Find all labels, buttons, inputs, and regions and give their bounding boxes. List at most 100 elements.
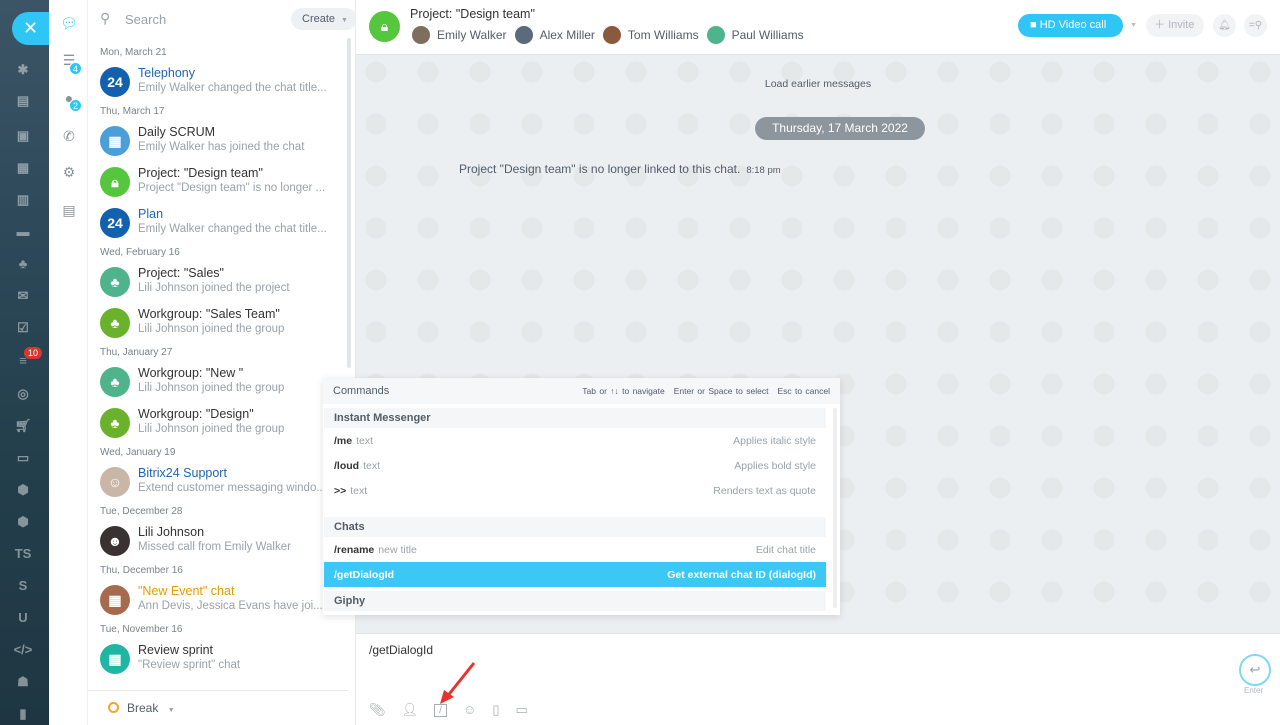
chat-members: Emily Walker Alex Miller Tom Williams Paul …: [412, 26, 804, 44]
camera-icon: ■: [1030, 19, 1037, 31]
close-messenger-button[interactable]: ✕: [12, 12, 49, 45]
calendar-icon[interactable]: ▦: [12, 160, 34, 178]
date-header: Wed, January 19: [100, 447, 176, 458]
member-0[interactable]: Emily Walker: [412, 26, 507, 44]
mail-icon[interactable]: ✉: [12, 288, 34, 306]
chat-last-message: Ann Devis, Jessica Evans have joi...: [138, 600, 323, 612]
chat-icon[interactable]: 💬︎: [59, 15, 79, 33]
system-message-text: Project "Design team" is no longer linke…: [459, 162, 741, 176]
send-button[interactable]: ↩: [1239, 654, 1271, 686]
chevron-down-icon[interactable]: ▼: [1130, 14, 1137, 37]
feed-icon[interactable]: ✱: [12, 62, 34, 80]
tasks-icon[interactable]: ☑: [12, 320, 34, 338]
export-icon[interactable]: ▤: [59, 202, 79, 220]
command-item[interactable]: >> text Renders text as quote: [324, 478, 826, 503]
command-description: Get external chat ID (dialogId): [667, 568, 816, 581]
member-2[interactable]: Tom Williams: [602, 26, 699, 44]
rail-item-s[interactable]: S: [12, 578, 34, 596]
scrollbar[interactable]: [833, 408, 837, 608]
member-3[interactable]: Paul Williams: [706, 26, 804, 44]
video-call-button[interactable]: ■ HD Video call ▼: [1018, 14, 1137, 37]
command-syntax: /loud text: [334, 460, 380, 472]
chat-list-item[interactable]: ♣ Project: "Sales" Lili Johnson joined the…: [88, 262, 348, 303]
chat-list-item[interactable]: ▦ "New Event" chat Ann Devis, Jessica Evan…: [88, 580, 348, 621]
status-selector[interactable]: Break ▼: [88, 690, 348, 725]
chat-list-item[interactable]: ☺ Bitrix24 Support Extend customer messagi…: [88, 462, 348, 503]
command-item[interactable]: /rename new title Edit chat title: [324, 537, 826, 562]
command-description: Edit chat title: [755, 543, 816, 556]
command-syntax: /me text: [334, 435, 373, 447]
rail-item-ts[interactable]: TS: [12, 546, 34, 564]
create-button[interactable]: Create ▼: [291, 8, 357, 30]
shop-cart-icon[interactable]: 🛒︎: [12, 418, 34, 436]
chat-list-item[interactable]: 🔒︎ Project: "Design team" Project "Design …: [88, 162, 348, 203]
command-description: Applies italic style: [733, 434, 816, 447]
message-input-area: /getDialogId 📎︎ 👤︎ / ☺ ▯ ▭ ↩ Enter: [356, 633, 1280, 725]
24-avatar: 24: [100, 208, 130, 238]
command-name: /me: [334, 434, 353, 447]
group-avatar: ♣: [100, 367, 130, 397]
member-name: Emily Walker: [437, 28, 507, 42]
code-icon[interactable]: </>: [12, 642, 34, 660]
crm-badge: 10: [24, 347, 43, 359]
mention-user-icon[interactable]: 👤︎: [402, 702, 419, 718]
chat-list-item[interactable]: ☻ Lili Johnson Missed call from Emily Walk…: [88, 521, 348, 562]
search-messages-icon[interactable]: =⚲: [1244, 14, 1267, 37]
document-icon[interactable]: ▥: [12, 192, 34, 210]
box-icon-2[interactable]: ⬢: [12, 514, 34, 532]
chat-list-item[interactable]: ▦ Review sprint "Review sprint" chat: [88, 639, 348, 680]
attach-icon[interactable]: 📎︎: [369, 702, 386, 718]
chat-last-message: Lili Johnson joined the group: [138, 323, 285, 335]
gear-icon[interactable]: ⚙: [59, 164, 79, 182]
chat-list-item[interactable]: 24 Plan Emily Walker changed the chat titl…: [88, 203, 348, 244]
command-item[interactable]: /getDialogId Get external chat ID (dialog…: [324, 562, 826, 587]
chat-list-item[interactable]: 24 Telephony Emily Walker changed the chat…: [88, 62, 348, 103]
chat-header: 🔒︎ Project: "Design team" Emily Walker Al…: [356, 0, 1280, 55]
screens-icon[interactable]: ▭: [515, 702, 527, 718]
lock-icon[interactable]: 🔒︎: [369, 11, 400, 42]
messenger-icon[interactable]: ▤: [12, 93, 34, 111]
avatar: [412, 26, 430, 44]
command-item[interactable]: /me text Applies italic style: [324, 428, 826, 453]
apps-icon[interactable]: ▮: [12, 706, 34, 724]
command-syntax: /getDialogId: [334, 569, 394, 581]
system-message: Project "Design team" is no longer linke…: [459, 162, 781, 176]
contact-card-icon[interactable]: ▭: [12, 450, 34, 468]
commands-icon[interactable]: /: [434, 704, 448, 717]
box-icon[interactable]: ⬢: [12, 482, 34, 500]
chat-last-message: Project "Design team" is no longer ...: [138, 182, 326, 194]
chat-list-item[interactable]: ♣ Workgroup: "Sales Team" Lili Johnson joi…: [88, 303, 348, 344]
hint-select: Enter or Space to select: [673, 386, 769, 396]
member-name: Alex Miller: [539, 28, 595, 42]
openlines-count: 2: [69, 99, 82, 112]
chat-list-item[interactable]: ♣ Workgroup: "New " Lili Johnson joined th…: [88, 362, 348, 403]
rail-item-u[interactable]: U: [12, 610, 34, 628]
search-placeholder: Search: [125, 12, 167, 27]
annotation-arrow-icon: [440, 662, 476, 704]
chat-list-item[interactable]: ♣ Workgroup: "Design" Lili Johnson joined …: [88, 403, 348, 444]
load-earlier-link[interactable]: Load earlier messages: [336, 78, 1280, 90]
message-input[interactable]: /getDialogId: [369, 643, 433, 657]
target-icon[interactable]: ◎: [12, 386, 34, 404]
workgroups-icon[interactable]: ♣: [12, 256, 34, 274]
document-icon[interactable]: ▯: [492, 702, 499, 718]
chat-title[interactable]: Project: "Design team": [410, 7, 535, 21]
chat-last-message: Emily Walker changed the chat title...: [138, 82, 327, 94]
robot-icon[interactable]: ☗: [12, 674, 34, 692]
chat-last-message: "Review sprint" chat: [138, 659, 241, 671]
invite-button[interactable]: ＋ Invite: [1146, 14, 1204, 37]
search-input[interactable]: ⚲ Search Create ▼: [98, 8, 357, 30]
bell-icon[interactable]: 🔔︎: [1213, 14, 1236, 37]
date-header: Thu, December 16: [100, 565, 183, 576]
command-item[interactable]: /loud text Applies bold style: [324, 453, 826, 478]
chat-last-message: Lili Johnson joined the group: [138, 423, 285, 435]
drive-icon[interactable]: ▬: [12, 224, 34, 242]
member-1[interactable]: Alex Miller: [514, 26, 595, 44]
chat-list-item[interactable]: ▦ Daily SCRUM Emily Walker has joined the …: [88, 121, 348, 162]
chat-area: 🔒︎ Project: "Design team" Emily Walker Al…: [356, 0, 1280, 725]
phone-icon[interactable]: ✆: [59, 128, 79, 146]
avatar: [706, 26, 725, 44]
chat-icon[interactable]: ▣: [12, 128, 34, 146]
chat-title: Bitrix24 Support: [138, 466, 227, 480]
chat-title: "New Event" chat: [138, 584, 235, 598]
